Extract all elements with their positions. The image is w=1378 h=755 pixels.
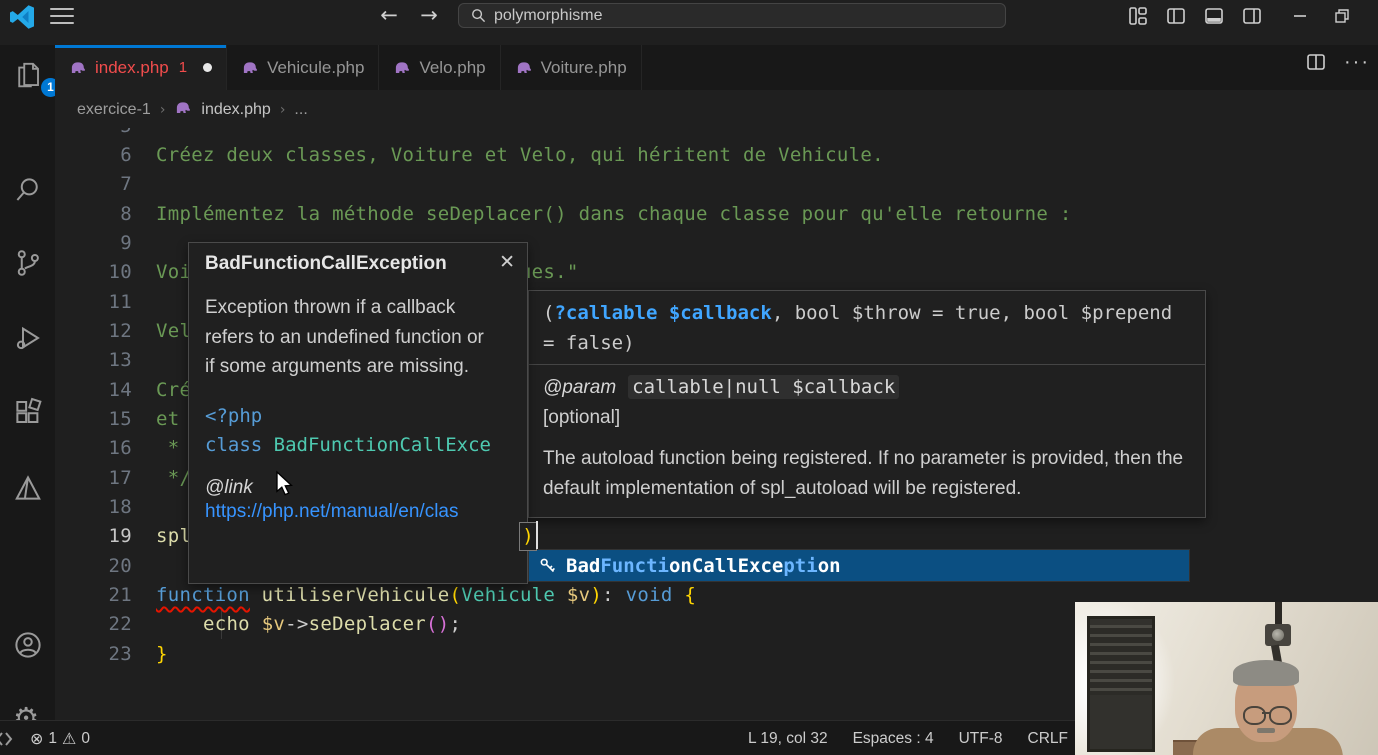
tab-Voiture.php[interactable]: Voiture.php (501, 45, 642, 90)
explorer-icon[interactable]: 1 (13, 60, 43, 90)
tab-index.php[interactable]: index.php1 (55, 45, 227, 90)
warning-count: 0 (81, 730, 90, 748)
close-icon[interactable]: ✕ (499, 251, 515, 273)
customize-layout-icon[interactable] (1128, 6, 1148, 26)
warning-icon: ⚠ (62, 729, 76, 748)
code-line-8[interactable]: 8Implémentez la méthode seDeplacer() dan… (55, 200, 1378, 230)
webcam-person-mustache (1257, 728, 1275, 733)
line-number: 22 (55, 610, 156, 639)
code-line-6[interactable]: 6Créez deux classes, Voiture et Velo, qu… (55, 141, 1378, 171)
line-number: 6 (55, 141, 156, 170)
line-number: 18 (55, 493, 156, 522)
code-line-5[interactable]: 5 (55, 128, 1378, 142)
line-number: 19 (55, 522, 156, 551)
nav-back-icon[interactable]: ← (374, 0, 404, 30)
webcam-person-hair (1233, 660, 1299, 686)
signature-line: (?callable $callback, bool $throw = true… (543, 299, 1191, 329)
line-number: 5 (55, 128, 156, 141)
breadcrumb-file[interactable]: index.php (201, 101, 270, 119)
php-elephant-icon (174, 100, 192, 119)
line-number: 16 (55, 434, 156, 463)
text-caret (536, 521, 538, 549)
line-number: 7 (55, 170, 156, 199)
bracket-match: ) (519, 522, 537, 551)
hover-description: Exception thrown if a callback refers to… (205, 293, 495, 382)
param-tag: @param (543, 377, 616, 398)
toggle-sidebar-icon[interactable] (1166, 6, 1186, 26)
signature-line: = false) (543, 329, 1191, 359)
tab-Vehicule.php[interactable]: Vehicule.php (227, 45, 379, 90)
source-control-icon[interactable] (13, 248, 43, 278)
webcam-overlay (1075, 602, 1378, 755)
activity-bar: 1 (0, 45, 55, 720)
indentation-setting[interactable]: Espaces : 4 (853, 730, 934, 748)
line-number: 9 (55, 229, 156, 258)
search-sidebar-icon[interactable] (13, 175, 43, 205)
eol-setting[interactable]: CRLF (1028, 730, 1068, 748)
chevron-right-icon: › (160, 102, 166, 118)
line-number: 15 (55, 405, 156, 434)
signature-help-popup: (?callable $callback, bool $throw = true… (528, 290, 1206, 518)
glasses-icon (1269, 706, 1292, 725)
search-query: polymorphisme (494, 7, 602, 25)
extensions-icon[interactable] (13, 397, 43, 427)
param-type: callable|null $callback (628, 375, 899, 399)
line-number: 10 (55, 258, 156, 287)
remote-indicator-icon[interactable] (0, 730, 16, 748)
webcam-mounted-camera (1265, 624, 1291, 646)
hover-title: BadFunctionCallException (205, 253, 511, 275)
more-actions-icon[interactable]: ··· (1344, 55, 1370, 69)
window-restore-icon[interactable] (1334, 8, 1350, 24)
line-number: 13 (55, 346, 156, 375)
title-bar: ← → polymorphisme (0, 0, 1378, 45)
menu-hamburger-icon[interactable] (50, 8, 74, 24)
hover-link-url[interactable]: https://php.net/manual/en/clas (205, 501, 511, 523)
toggle-secondary-sidebar-icon[interactable] (1242, 6, 1262, 26)
hover-link-tag: @link (205, 477, 511, 499)
keyword-key-icon (539, 557, 557, 575)
error-icon: ⊗ (30, 729, 43, 748)
webcam-window (1087, 616, 1155, 752)
suggestion-label: BadFunctionCallException (566, 555, 841, 577)
code-line-7[interactable]: 7 (55, 170, 1378, 200)
line-number: 23 (55, 640, 156, 669)
line-number: 20 (55, 552, 156, 581)
search-icon (471, 8, 486, 23)
line-number: 12 (55, 317, 156, 346)
suggestion-item-selected[interactable]: BadFunctionCallException (528, 549, 1190, 582)
window-minimize-icon[interactable] (1292, 8, 1308, 24)
webcam-ceiling-mount (1275, 602, 1282, 626)
hover-popup: BadFunctionCallException ✕ Exception thr… (188, 242, 528, 584)
vscode-logo-icon (6, 2, 38, 37)
line-number: 21 (55, 581, 156, 610)
cursor-position[interactable]: L 19, col 32 (748, 730, 828, 748)
param-optional: [optional] (543, 403, 1191, 433)
line-number: 17 (55, 464, 156, 493)
breadcrumb-folder[interactable]: exercice-1 (77, 101, 151, 119)
glasses-icon (1243, 706, 1266, 725)
chevron-right-icon: › (280, 102, 286, 118)
nav-forward-icon[interactable]: → (414, 0, 444, 30)
vscode-window: ← → polymorphisme (0, 0, 1378, 755)
breadcrumb[interactable]: exercice-1 › index.php › ... (55, 90, 1378, 130)
encoding-setting[interactable]: UTF-8 (959, 730, 1003, 748)
hover-code-block: <?phpclass BadFunctionCallExce (205, 402, 511, 461)
extension-triangle-icon[interactable] (13, 473, 43, 503)
problems-indicator[interactable]: ⊗ 1 ⚠ 0 (30, 729, 90, 748)
run-debug-icon[interactable] (13, 323, 43, 353)
param-description: The autoload function being registered. … (543, 444, 1191, 503)
tab-Velo.php[interactable]: Velo.php (379, 45, 500, 90)
accounts-icon[interactable] (13, 630, 43, 660)
line-number: 14 (55, 376, 156, 405)
editor-tabs: index.php1Vehicule.phpVelo.phpVoiture.ph… (55, 45, 1378, 90)
mouse-cursor (274, 472, 296, 501)
line-number: 11 (55, 288, 156, 317)
line-number: 8 (55, 200, 156, 229)
modified-dot-icon (203, 63, 212, 72)
breadcrumb-more[interactable]: ... (294, 101, 307, 119)
toggle-panel-icon[interactable] (1204, 6, 1224, 26)
command-center-search[interactable]: polymorphisme (458, 3, 1006, 28)
split-editor-icon[interactable] (1306, 52, 1326, 72)
error-count: 1 (48, 730, 57, 748)
